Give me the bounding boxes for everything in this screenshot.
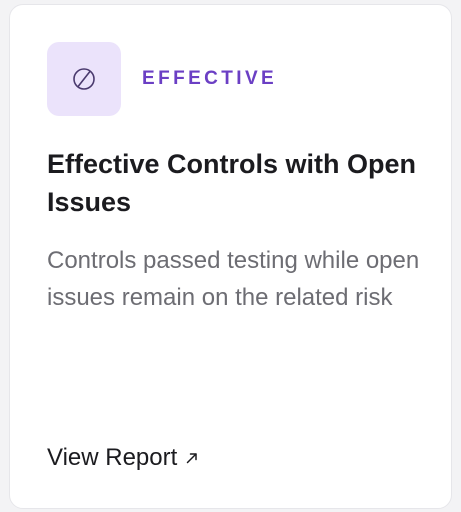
card-title: Effective Controls with Open Issues xyxy=(47,149,417,217)
status-label: EFFECTIVE xyxy=(142,68,278,89)
badge-icon-tile xyxy=(47,42,121,116)
circle-slash-icon xyxy=(73,68,95,90)
view-report-link[interactable]: View Report xyxy=(47,442,199,474)
card-description: Controls passed testing while open issue… xyxy=(47,247,420,311)
view-report-label: View Report xyxy=(47,444,178,471)
status-badge: EFFECTIVE xyxy=(47,42,277,116)
arrow-up-right-icon xyxy=(185,451,199,465)
report-card: EFFECTIVE Effective Controls with Open I… xyxy=(9,4,452,509)
